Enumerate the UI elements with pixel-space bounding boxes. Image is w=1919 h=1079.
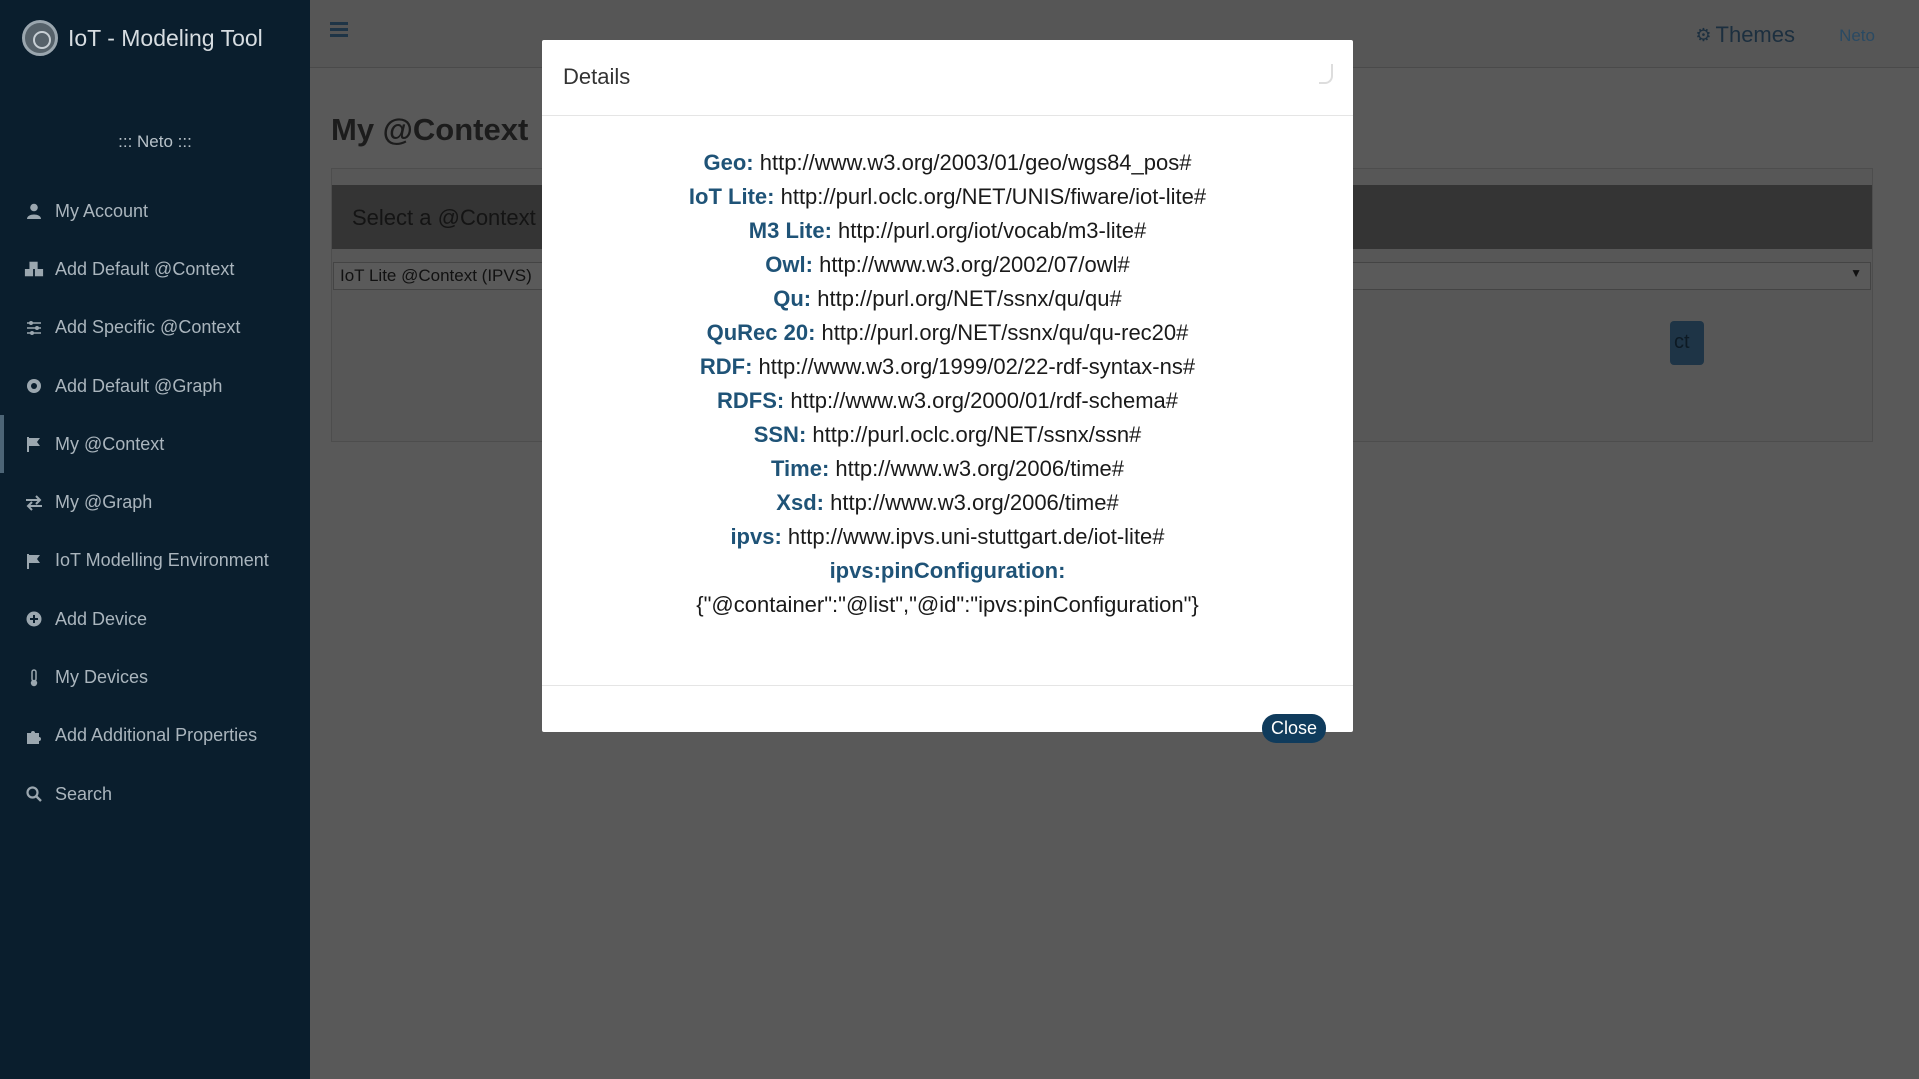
- detail-value: http://www.ipvs.uni-stuttgart.de/iot-lit…: [787, 524, 1165, 549]
- detail-key: RDFS:: [717, 388, 785, 413]
- sidebar-item-label: My @Graph: [55, 492, 153, 513]
- sidebar-item-label: Add Device: [55, 608, 148, 629]
- puzzle-icon: [24, 726, 44, 746]
- detail-row: ipvs:pinConfiguration:: [542, 554, 1353, 588]
- app-title: IoT - Modeling Tool: [68, 24, 263, 51]
- detail-key: RDF:: [699, 354, 753, 379]
- detail-row: M3 Lite: http://purl.org/iot/vocab/m3-li…: [542, 214, 1353, 248]
- sliders-icon: [24, 318, 44, 338]
- exchange-icon: [24, 493, 44, 513]
- detail-row: SSN: http://purl.oclc.org/NET/ssnx/ssn#: [542, 418, 1353, 452]
- sidebar-item-label: Search: [55, 783, 113, 804]
- detail-value: http://www.w3.org/2000/01/rdf-schema#: [790, 388, 1178, 413]
- detail-row: Owl: http://www.w3.org/2002/07/owl#: [542, 248, 1353, 282]
- close-button[interactable]: Close: [1261, 714, 1326, 743]
- sidebar-item-my-devices[interactable]: My Devices: [0, 648, 310, 706]
- detail-key: Time:: [771, 456, 830, 481]
- details-modal: Details Geo: http://www.w3.org/2003/01/g…: [542, 40, 1353, 743]
- hamburger-menu-icon[interactable]: [330, 22, 348, 38]
- sidebar-item-my-context[interactable]: My @Context: [0, 415, 310, 474]
- logo-icon: [22, 20, 58, 56]
- thermometer-icon: [24, 668, 44, 688]
- modal-footer: Close: [542, 686, 1353, 770]
- detail-value: http://purl.org/NET/ssnx/qu/qu#: [817, 286, 1122, 311]
- compass-icon: [24, 376, 44, 396]
- select-context-button[interactable]: ct: [1670, 321, 1704, 365]
- detail-value: http://www.w3.org/1999/02/22-rdf-syntax-…: [758, 354, 1196, 379]
- sidebar-item-my-graph[interactable]: My @Graph: [0, 473, 310, 531]
- sidebar-item-my-account[interactable]: My Account: [0, 182, 310, 240]
- sidebar-item-search[interactable]: Search: [0, 765, 310, 823]
- detail-key: Owl:: [765, 252, 813, 277]
- gears-icon: ⚙: [1695, 24, 1712, 45]
- detail-key: M3 Lite:: [748, 218, 832, 243]
- plus-circle-icon: [24, 609, 44, 629]
- modal-header: Details: [542, 40, 1353, 116]
- sidebar-item-label: My Devices: [55, 667, 149, 688]
- detail-key: Qu:: [773, 286, 812, 311]
- sidebar-item-add-device[interactable]: Add Device: [0, 590, 310, 648]
- brand[interactable]: IoT - Modeling Tool: [0, 0, 310, 76]
- detail-value: http://www.w3.org/2003/01/geo/wgs84_pos#: [759, 150, 1192, 175]
- detail-row: Geo: http://www.w3.org/2003/01/geo/wgs84…: [542, 146, 1353, 180]
- sidebar-item-label: Add Additional Properties: [55, 725, 258, 746]
- modal-body: Geo: http://www.w3.org/2003/01/geo/wgs84…: [542, 116, 1353, 686]
- sidebar-user-name: ::: Neto :::: [118, 132, 192, 151]
- detail-value: http://www.w3.org/2002/07/owl#: [819, 252, 1130, 277]
- detail-row: IoT Lite: http://purl.oclc.org/NET/UNIS/…: [542, 180, 1353, 214]
- flag-icon: [24, 551, 44, 571]
- detail-key: ipvs:pinConfiguration:: [829, 558, 1066, 583]
- detail-key: ipvs:: [730, 524, 782, 549]
- sidebar-item-add-specific-context[interactable]: Add Specific @Context: [0, 299, 310, 357]
- sidebar-item-label: My Account: [55, 200, 149, 221]
- cubes-icon: [24, 259, 44, 279]
- sidebar-item-label: Add Default @Context: [55, 258, 235, 279]
- sidebar: IoT - Modeling Tool ::: Neto ::: My Acco…: [0, 0, 310, 1079]
- sidebar-item-add-default-graph[interactable]: Add Default @Graph: [0, 357, 310, 415]
- themes-label: Themes: [1715, 22, 1795, 47]
- detail-row: Time: http://www.w3.org/2006/time#: [542, 452, 1353, 486]
- flag-icon: [24, 434, 44, 454]
- modal-title: Details: [563, 64, 631, 89]
- detail-key: QuRec 20:: [706, 320, 816, 345]
- search-icon: [24, 784, 44, 804]
- detail-value: http://purl.oclc.org/NET/ssnx/ssn#: [812, 422, 1142, 447]
- detail-key: Xsd:: [776, 490, 824, 515]
- detail-value: http://www.w3.org/2006/time#: [835, 456, 1124, 481]
- detail-value: http://purl.oclc.org/NET/UNIS/fiware/iot…: [780, 184, 1207, 209]
- page-title: My @Context: [331, 112, 529, 147]
- sidebar-item-label: IoT Modelling Environment: [55, 550, 269, 571]
- close-icon[interactable]: [1319, 64, 1333, 84]
- user-menu[interactable]: Neto: [1839, 26, 1875, 46]
- card-header-title: Select a @Context: [352, 205, 536, 230]
- sidebar-item-add-default-context[interactable]: Add Default @Context: [0, 240, 310, 298]
- detail-row: RDF: http://www.w3.org/1999/02/22-rdf-sy…: [542, 350, 1353, 384]
- chevron-down-icon: ▼: [1850, 266, 1862, 280]
- detail-value: http://purl.org/NET/ssnx/qu/qu-rec20#: [821, 320, 1189, 345]
- user-icon: [24, 201, 44, 221]
- detail-row: {"@container":"@list","@id":"ipvs:pinCon…: [542, 588, 1353, 622]
- sidebar-item-iot-modelling-environment[interactable]: IoT Modelling Environment: [0, 532, 310, 590]
- sidebar-item-label: Add Specific @Context: [55, 317, 241, 338]
- context-select-value: IoT Lite @Context (IPVS): [340, 266, 532, 285]
- detail-row: QuRec 20: http://purl.org/NET/ssnx/qu/qu…: [542, 316, 1353, 350]
- detail-row: ipvs: http://www.ipvs.uni-stuttgart.de/i…: [542, 520, 1353, 554]
- detail-key: SSN:: [753, 422, 807, 447]
- detail-row: RDFS: http://www.w3.org/2000/01/rdf-sche…: [542, 384, 1353, 418]
- detail-value: http://www.w3.org/2006/time#: [830, 490, 1119, 515]
- detail-row: Qu: http://purl.org/NET/ssnx/qu/qu#: [542, 282, 1353, 316]
- detail-row: Xsd: http://www.w3.org/2006/time#: [542, 486, 1353, 520]
- detail-key: Geo:: [703, 150, 754, 175]
- sidebar-item-add-additional-properties[interactable]: Add Additional Properties: [0, 707, 310, 765]
- detail-value: http://purl.org/iot/vocab/m3-lite#: [838, 218, 1147, 243]
- themes-menu[interactable]: ⚙ Themes: [1695, 22, 1795, 48]
- sidebar-item-label: My @Context: [55, 433, 165, 454]
- sidebar-item-label: Add Default @Graph: [55, 375, 223, 396]
- detail-value: {"@container":"@list","@id":"ipvs:pinCon…: [696, 592, 1199, 617]
- detail-key: IoT Lite:: [688, 184, 775, 209]
